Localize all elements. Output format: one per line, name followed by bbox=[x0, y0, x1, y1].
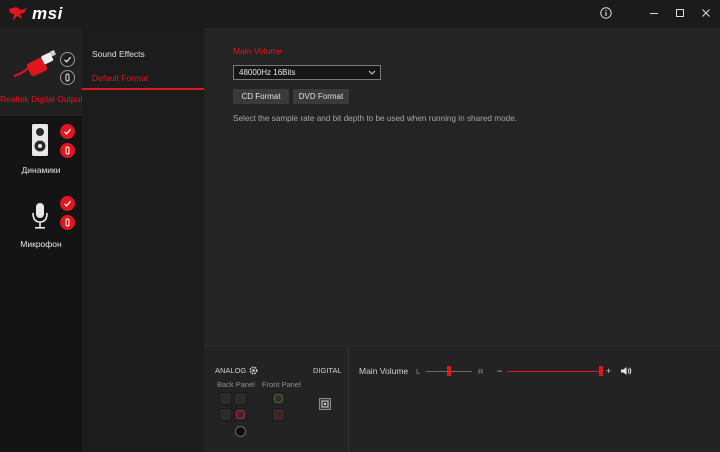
maximize-button[interactable] bbox=[669, 3, 691, 23]
main-content: Main Volume 48000Hz 16Bits CD Format DVD… bbox=[204, 28, 720, 345]
title-bar: msi bbox=[0, 0, 720, 28]
logo-text: msi bbox=[32, 4, 63, 23]
tab-default-format[interactable]: Default Format bbox=[82, 66, 204, 90]
back-panel-jack[interactable] bbox=[234, 392, 247, 405]
msi-dragon-icon bbox=[9, 7, 27, 21]
volume-thumb[interactable] bbox=[599, 366, 603, 376]
close-button[interactable] bbox=[695, 3, 717, 23]
back-panel-round-jack[interactable] bbox=[235, 426, 246, 437]
format-select[interactable]: 48000Hz 16Bits bbox=[233, 65, 381, 80]
microphone-icon bbox=[32, 203, 48, 229]
minimize-button[interactable] bbox=[643, 3, 665, 23]
section-title: Main Volume bbox=[233, 46, 283, 56]
front-panel-label: Front Panel bbox=[262, 380, 301, 389]
back-panel-jack[interactable] bbox=[219, 392, 232, 405]
main-volume-label: Main Volume bbox=[359, 366, 409, 376]
close-icon bbox=[702, 9, 710, 17]
analog-label: ANALOG bbox=[215, 366, 247, 375]
check-icon bbox=[64, 200, 72, 207]
default-device-badge[interactable] bbox=[60, 196, 75, 211]
dvd-format-button[interactable]: DVD Format bbox=[293, 89, 349, 104]
volume-controls: Main Volume L R − + bbox=[349, 346, 720, 452]
info-button[interactable] bbox=[595, 3, 617, 23]
volume-fill bbox=[507, 371, 599, 372]
check-icon bbox=[64, 56, 72, 63]
device-label: Микрофон bbox=[20, 239, 62, 249]
main-volume-slider[interactable] bbox=[507, 366, 603, 376]
maximize-icon bbox=[676, 9, 684, 17]
digital-label: DIGITAL bbox=[313, 366, 342, 375]
settings-icon bbox=[65, 146, 70, 155]
back-panel-label: Back Panel bbox=[217, 380, 255, 389]
bottom-panel: ANALOG DIGITAL Back Panel Front Panel Ma… bbox=[204, 345, 720, 452]
app-logo: msi bbox=[8, 4, 63, 24]
minimize-icon bbox=[650, 13, 658, 14]
default-device-badge[interactable] bbox=[60, 52, 75, 67]
settings-icon bbox=[65, 218, 70, 227]
balance-slider[interactable] bbox=[426, 366, 472, 376]
front-panel-jack-headphone[interactable] bbox=[272, 392, 285, 405]
device-list: Realtek Digital Output Динамики Микрофон bbox=[0, 28, 83, 452]
gear-icon[interactable] bbox=[248, 365, 259, 376]
front-panel-jack-mic[interactable] bbox=[272, 408, 285, 421]
format-select-value: 48000Hz 16Bits bbox=[239, 68, 296, 77]
device-settings-badge[interactable] bbox=[60, 70, 75, 85]
format-description: Select the sample rate and bit depth to … bbox=[233, 114, 518, 123]
balance-thumb[interactable] bbox=[447, 366, 451, 376]
check-icon bbox=[64, 128, 72, 135]
connector-panel: ANALOG DIGITAL Back Panel Front Panel bbox=[204, 346, 349, 452]
settings-icon bbox=[65, 73, 70, 82]
device-speakers[interactable]: Динамики bbox=[0, 116, 82, 190]
volume-plus-button[interactable]: + bbox=[606, 366, 611, 376]
info-icon bbox=[600, 7, 612, 19]
settings-tabs: Sound Effects Default Format bbox=[82, 28, 204, 452]
balance-right-label: R bbox=[478, 367, 484, 376]
optical-port-icon[interactable] bbox=[319, 398, 331, 410]
cd-format-button[interactable]: CD Format bbox=[233, 89, 289, 104]
device-realtek-digital-output[interactable]: Realtek Digital Output bbox=[0, 28, 83, 116]
device-microphone[interactable]: Микрофон bbox=[0, 190, 82, 264]
back-panel-jack-active[interactable] bbox=[234, 408, 247, 421]
digital-cable-icon bbox=[13, 50, 56, 77]
default-device-badge[interactable] bbox=[60, 124, 75, 139]
back-panel-jack[interactable] bbox=[219, 408, 232, 421]
speaker-icon bbox=[32, 124, 48, 156]
volume-minus-button[interactable]: − bbox=[497, 366, 502, 376]
device-label: Realtek Digital Output bbox=[0, 94, 83, 104]
device-label: Динамики bbox=[21, 165, 61, 175]
device-settings-badge[interactable] bbox=[60, 215, 75, 230]
chevron-down-icon bbox=[368, 66, 376, 83]
device-settings-badge[interactable] bbox=[60, 143, 75, 158]
balance-left-label: L bbox=[416, 367, 421, 376]
speaker-volume-icon[interactable] bbox=[620, 366, 632, 376]
tab-sound-effects[interactable]: Sound Effects bbox=[82, 42, 204, 66]
